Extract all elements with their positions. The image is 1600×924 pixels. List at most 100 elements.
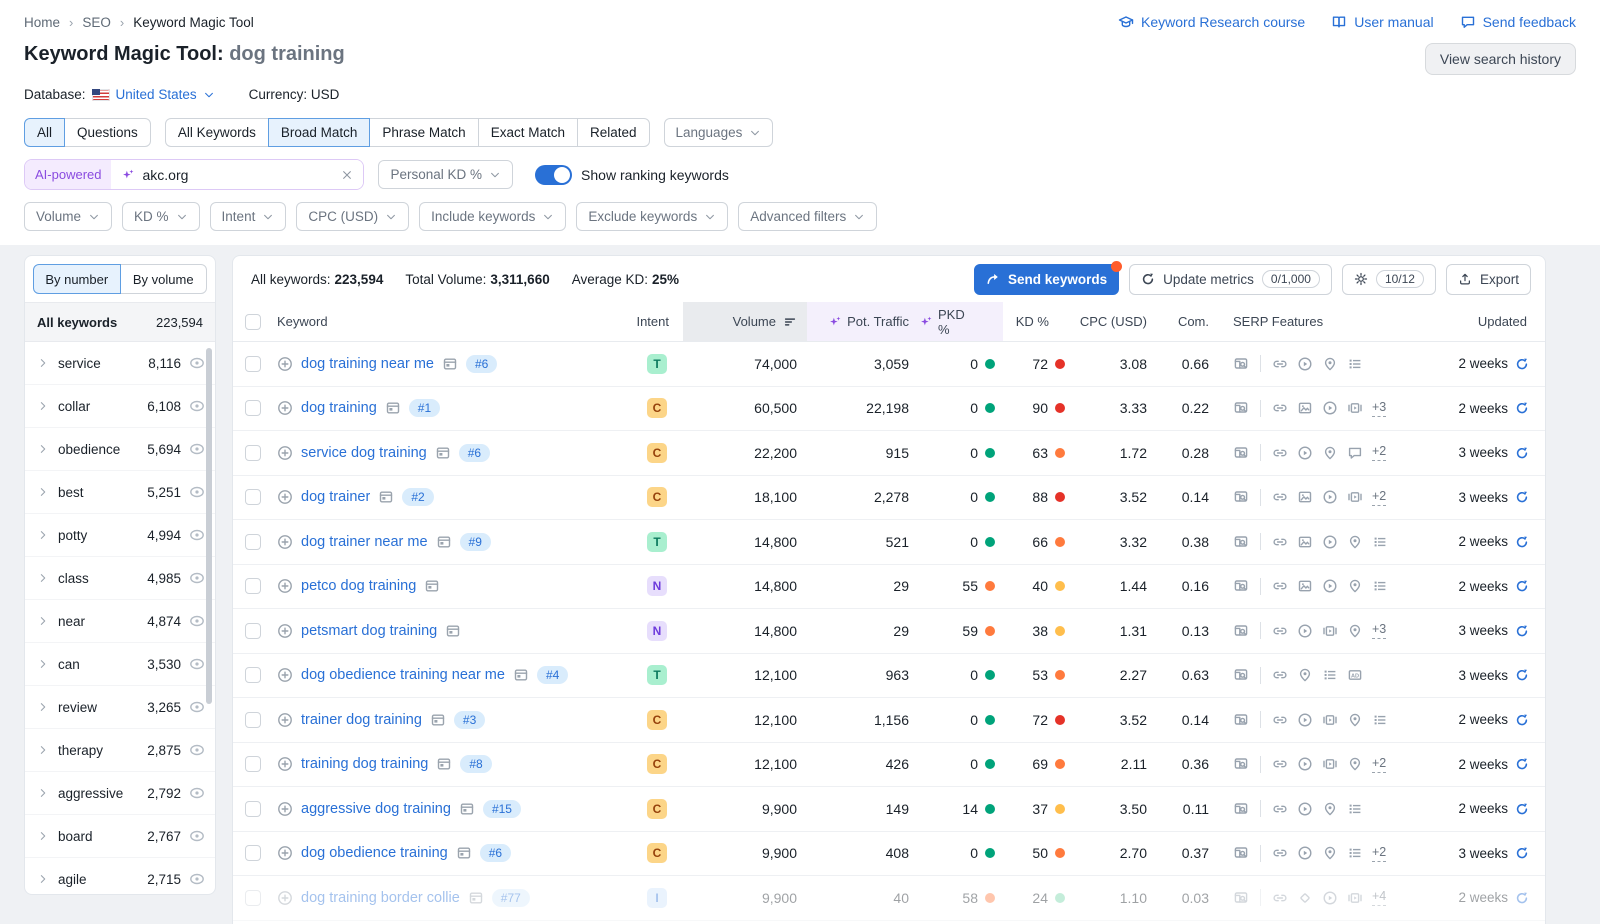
all-keywords-row[interactable]: All keywords 223,594	[25, 302, 215, 342]
refresh-row-icon[interactable]	[1515, 401, 1529, 415]
ranking-badge[interactable]: #2	[402, 488, 433, 506]
row-checkbox[interactable]	[245, 578, 261, 594]
sidebar-sort-tab[interactable]: By volume	[120, 264, 208, 294]
ranking-badge[interactable]: #6	[480, 844, 511, 862]
match-tab[interactable]: Questions	[64, 118, 151, 147]
send-keywords-button[interactable]: Send keywords	[974, 264, 1119, 295]
seed-keyword-input[interactable]	[142, 167, 334, 183]
serp-preview-icon[interactable]	[1233, 489, 1249, 505]
keyword-group-item[interactable]: can 3,530	[25, 643, 215, 686]
chevron-right-icon[interactable]	[37, 529, 49, 541]
serp-preview-icon[interactable]	[1233, 801, 1249, 817]
chevron-right-icon[interactable]	[37, 873, 49, 885]
serp-page-icon[interactable]	[436, 534, 452, 550]
serp-page-icon[interactable]	[445, 623, 461, 639]
add-keyword-icon[interactable]	[277, 623, 293, 639]
eye-icon[interactable]	[189, 484, 205, 500]
keyword-group-item[interactable]: agile 2,715	[25, 858, 215, 895]
chevron-right-icon[interactable]	[37, 701, 49, 713]
match-tab[interactable]: All Keywords	[165, 118, 269, 147]
column-updated[interactable]: Updated	[1478, 314, 1527, 329]
chevron-right-icon[interactable]	[37, 830, 49, 842]
column-pkd[interactable]: PKD %	[938, 307, 977, 337]
eye-icon[interactable]	[189, 355, 205, 371]
keyword-link[interactable]: dog training	[301, 400, 377, 416]
row-checkbox[interactable]	[245, 712, 261, 728]
serp-more-badge[interactable]: +2	[1372, 489, 1386, 506]
serp-page-icon[interactable]	[436, 756, 452, 772]
keyword-link[interactable]: petco dog training	[301, 578, 416, 594]
refresh-row-icon[interactable]	[1515, 579, 1529, 593]
sidebar-sort-tab[interactable]: By number	[33, 264, 121, 294]
serp-preview-icon[interactable]	[1233, 712, 1249, 728]
serp-more-badge[interactable]: +3	[1372, 622, 1386, 639]
refresh-row-icon[interactable]	[1515, 802, 1529, 816]
serp-more-badge[interactable]: +2	[1372, 756, 1386, 773]
keyword-link[interactable]: petsmart dog training	[301, 623, 437, 639]
chevron-right-icon[interactable]	[37, 443, 49, 455]
match-tab[interactable]: Exact Match	[478, 118, 578, 147]
eye-icon[interactable]	[189, 871, 205, 887]
keyword-group-item[interactable]: obedience 5,694	[25, 428, 215, 471]
eye-icon[interactable]	[189, 785, 205, 801]
show-ranking-keywords-toggle[interactable]	[535, 165, 572, 185]
serp-preview-icon[interactable]	[1233, 356, 1249, 372]
chevron-right-icon[interactable]	[37, 744, 49, 756]
database-select[interactable]: United States	[92, 87, 215, 102]
column-kd[interactable]: KD %	[1016, 314, 1049, 329]
serp-page-icon[interactable]	[385, 400, 401, 416]
eye-icon[interactable]	[189, 398, 205, 414]
add-keyword-icon[interactable]	[277, 445, 293, 461]
refresh-row-icon[interactable]	[1515, 490, 1529, 504]
ranking-badge[interactable]: #6	[466, 355, 497, 373]
ranking-badge[interactable]: #77	[492, 889, 530, 907]
eye-icon[interactable]	[189, 699, 205, 715]
keyword-link[interactable]: dog trainer near me	[301, 534, 428, 550]
filter-chip[interactable]: Exclude keywords	[576, 202, 728, 231]
eye-icon[interactable]	[189, 656, 205, 672]
ranking-badge[interactable]: #6	[459, 444, 490, 462]
ranking-badge[interactable]: #8	[460, 755, 491, 773]
keyword-group-item[interactable]: class 4,985	[25, 557, 215, 600]
add-keyword-icon[interactable]	[277, 578, 293, 594]
chevron-right-icon[interactable]	[37, 572, 49, 584]
refresh-row-icon[interactable]	[1515, 668, 1529, 682]
personal-kd-dropdown[interactable]: Personal KD %	[378, 160, 513, 189]
refresh-row-icon[interactable]	[1515, 535, 1529, 549]
sidebar-scrollbar[interactable]	[206, 348, 212, 704]
clear-search-icon[interactable]	[341, 169, 353, 181]
ranking-badge[interactable]: #4	[537, 666, 568, 684]
row-checkbox[interactable]	[245, 890, 261, 906]
row-checkbox[interactable]	[245, 489, 261, 505]
ranking-badge[interactable]: #3	[454, 711, 485, 729]
eye-icon[interactable]	[189, 527, 205, 543]
column-pot-traffic[interactable]: Pot. Traffic	[847, 314, 909, 329]
filter-chip[interactable]: Advanced filters	[738, 202, 877, 231]
serp-page-icon[interactable]	[456, 845, 472, 861]
ranking-badge[interactable]: #9	[460, 533, 491, 551]
chevron-right-icon[interactable]	[37, 486, 49, 498]
refresh-row-icon[interactable]	[1515, 713, 1529, 727]
match-tab[interactable]: Related	[577, 118, 650, 147]
add-keyword-icon[interactable]	[277, 667, 293, 683]
keyword-group-item[interactable]: potty 4,994	[25, 514, 215, 557]
serp-preview-icon[interactable]	[1233, 534, 1249, 550]
breadcrumb-home[interactable]: Home	[24, 15, 60, 30]
serp-preview-icon[interactable]	[1233, 890, 1249, 906]
serp-preview-icon[interactable]	[1233, 578, 1249, 594]
row-checkbox[interactable]	[245, 534, 261, 550]
add-keyword-icon[interactable]	[277, 890, 293, 906]
add-keyword-icon[interactable]	[277, 356, 293, 372]
row-checkbox[interactable]	[245, 623, 261, 639]
column-com[interactable]: Com.	[1178, 314, 1209, 329]
eye-icon[interactable]	[189, 742, 205, 758]
export-button[interactable]: Export	[1446, 264, 1531, 295]
view-search-history-button[interactable]: View search history	[1425, 43, 1576, 75]
keyword-link[interactable]: dog training border collie	[301, 890, 460, 906]
keyword-link[interactable]: trainer dog training	[301, 712, 422, 728]
sort-desc-icon[interactable]	[783, 315, 797, 329]
eye-icon[interactable]	[189, 441, 205, 457]
serp-page-icon[interactable]	[459, 801, 475, 817]
serp-preview-icon[interactable]	[1233, 623, 1249, 639]
row-checkbox[interactable]	[245, 356, 261, 372]
